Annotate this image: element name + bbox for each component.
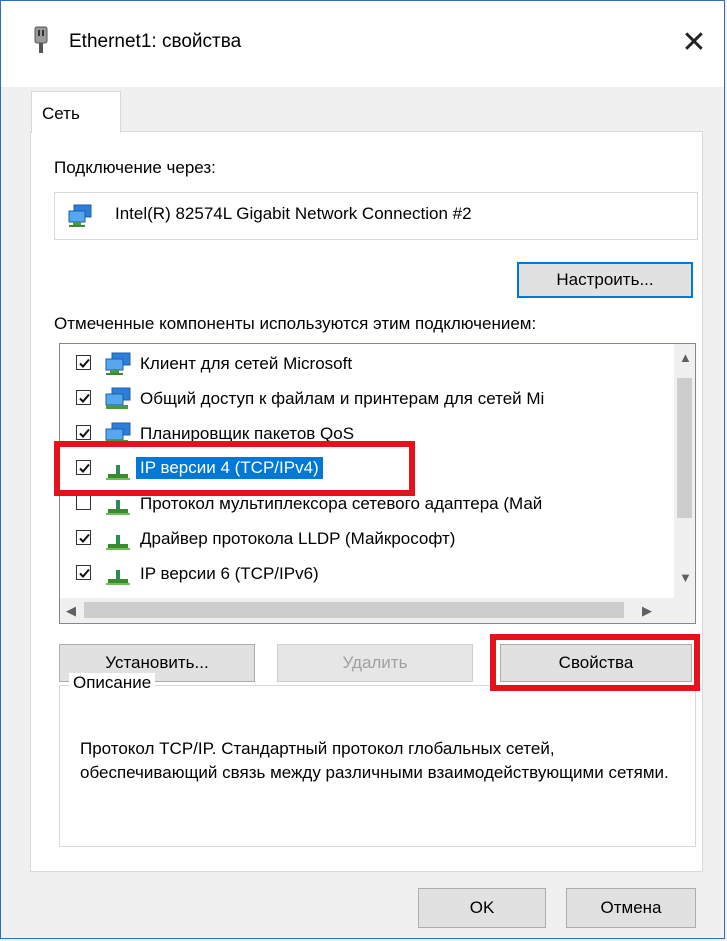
list-item[interactable]: IP версии 4 (TCP/IPv4) [60, 452, 674, 485]
adapter-name: Intel(R) 82574L Gigabit Network Connecti… [115, 204, 472, 223]
title-bar: Ethernet1: свойства ✕ [1, 1, 724, 87]
component-label: Драйвер протокола LLDP (Майкрософт) [140, 529, 456, 548]
network-protocol-icon [104, 562, 132, 586]
scroll-left-icon[interactable]: ◀ [66, 603, 76, 619]
component-label: Общий доступ к файлам и принтерам для се… [140, 389, 545, 408]
components-label: Отмеченные компоненты используются этим … [54, 314, 537, 333]
component-label: IP версии 4 (TCP/IPv4) [135, 456, 324, 480]
properties-button[interactable]: Свойства [500, 644, 692, 682]
network-adapter-icon [67, 203, 93, 229]
tab-label: Сеть [42, 104, 80, 123]
vertical-scrollbar[interactable]: ▲ ▼ [674, 344, 695, 598]
list-item[interactable]: Драйвер протокола LLDP (Майкрософт) [60, 522, 674, 555]
network-adapter-icon [31, 25, 51, 55]
scroll-down-icon[interactable]: ▼ [679, 570, 692, 585]
component-checkbox[interactable] [76, 460, 91, 475]
list-item[interactable]: Протокол мультиплексора сетевого адаптер… [60, 487, 674, 520]
ok-button[interactable]: OK [418, 888, 546, 928]
list-item[interactable]: IP версии 6 (TCP/IPv6) [60, 557, 674, 590]
network-client-icon [104, 352, 132, 376]
horizontal-scroll-thumb[interactable] [84, 602, 624, 618]
description-text: Протокол TCP/IP. Стандартный протокол гл… [80, 739, 669, 782]
list-item[interactable]: Планировщик пакетов QoS [60, 417, 674, 450]
component-label: Клиент для сетей Microsoft [140, 354, 353, 373]
description-legend: Описание [69, 673, 156, 693]
list-item[interactable]: Общий доступ к файлам и принтерам для се… [60, 382, 674, 415]
components-list-items: Клиент для сетей Microsoft Общий доступ к… [60, 344, 674, 598]
list-item[interactable]: Клиент для сетей Microsoft [60, 347, 674, 380]
component-checkbox[interactable] [76, 390, 91, 405]
network-service-icon [104, 387, 132, 411]
component-checkbox[interactable] [76, 355, 91, 370]
window-title: Ethernet1: свойства [69, 31, 242, 52]
component-checkbox[interactable] [76, 425, 91, 440]
scroll-right-icon[interactable]: ▶ [642, 603, 652, 619]
component-checkbox[interactable] [76, 495, 91, 510]
network-protocol-icon [104, 492, 132, 516]
component-checkbox[interactable] [76, 565, 91, 580]
cancel-button[interactable]: Отмена [566, 888, 696, 928]
configure-button[interactable]: Настроить... [517, 262, 693, 298]
scrollbar-corner [674, 598, 695, 623]
network-protocol-icon [104, 527, 132, 551]
tab-network[interactable]: Сеть [31, 91, 121, 133]
close-button[interactable]: ✕ [664, 23, 724, 63]
network-protocol-icon [104, 457, 132, 481]
component-checkbox[interactable] [76, 530, 91, 545]
connect-using-label: Подключение через: [54, 158, 216, 177]
scroll-up-icon[interactable]: ▲ [679, 350, 692, 365]
network-service-icon [104, 422, 132, 446]
uninstall-button[interactable]: Удалить [277, 644, 473, 682]
component-label: IP версии 6 (TCP/IPv6) [140, 564, 319, 583]
component-label: Планировщик пакетов QoS [140, 424, 355, 443]
horizontal-scrollbar[interactable]: ◀ ▶ [60, 598, 674, 623]
components-list[interactable]: Клиент для сетей Microsoft Общий доступ к… [59, 343, 696, 624]
vertical-scroll-thumb[interactable] [677, 378, 692, 518]
adapter-field: Intel(R) 82574L Gigabit Network Connecti… [54, 192, 698, 240]
component-label: Протокол мультиплексора сетевого адаптер… [140, 494, 543, 513]
